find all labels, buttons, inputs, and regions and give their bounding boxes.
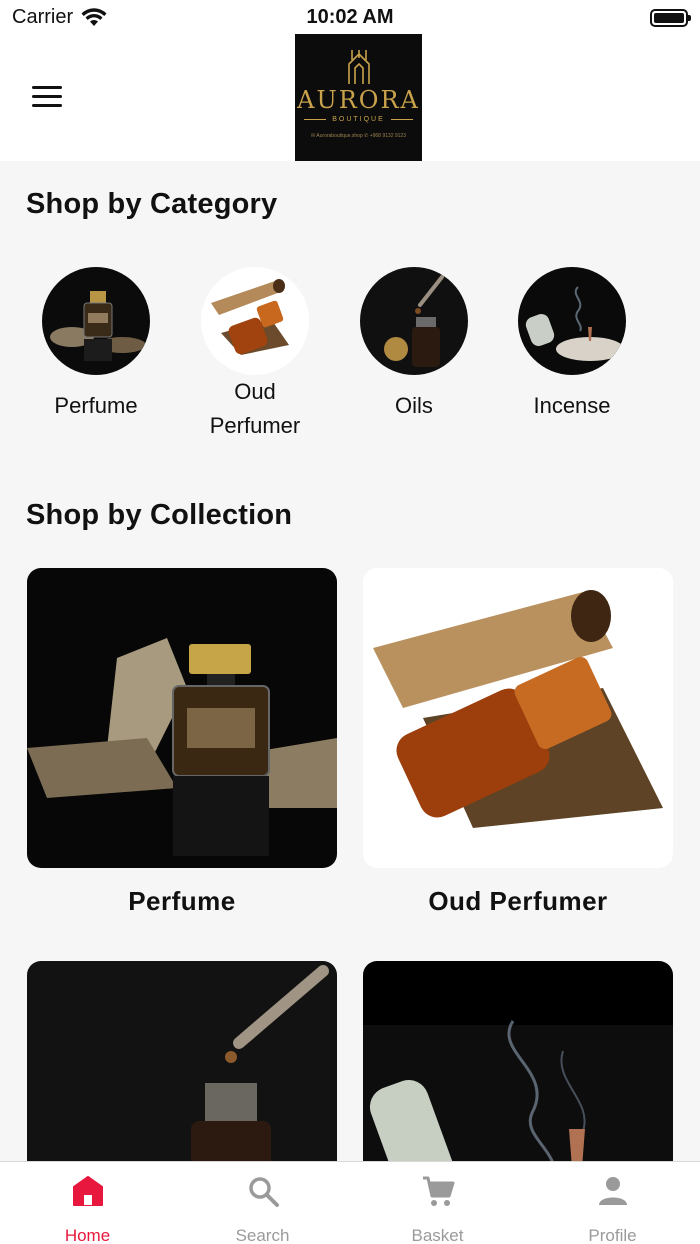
- category-label-perfume: Perfume: [54, 393, 138, 418]
- category-item-perfume[interactable]: Perfume: [26, 258, 166, 423]
- tab-basket[interactable]: Basket: [350, 1162, 525, 1244]
- collection-label-oud-perfumer: Oud Perfumer: [428, 886, 608, 916]
- category-image-oils: [360, 267, 468, 375]
- logo-text: AURORA: [297, 86, 420, 114]
- collection-image-oud-perfumer: [363, 568, 673, 868]
- logo-contact: ✉ Auroraboutique.shop ✆ +968 9132 9123: [311, 133, 406, 139]
- collection-image-perfume: [27, 568, 337, 868]
- tab-bar: Home Search Basket Profile: [0, 1161, 700, 1244]
- category-image-perfume: [42, 267, 150, 375]
- battery-icon: [650, 9, 691, 27]
- collection-label-perfume: Perfume: [128, 886, 236, 916]
- category-image-oud-perfumer: [201, 267, 309, 375]
- menu-button[interactable]: [30, 84, 64, 110]
- tab-profile[interactable]: Profile: [525, 1162, 700, 1244]
- brand-logo[interactable]: AURORA BOUTIQUE ✉ Auroraboutique.shop ✆ …: [295, 34, 422, 161]
- category-label-oud-perfumer: Oud Perfumer: [209, 379, 301, 438]
- category-list: Perfume Oud Perfumer Oils Incense: [0, 258, 700, 448]
- search-icon: [246, 1174, 280, 1208]
- status-bar: Carrier 10:02 AM: [0, 0, 700, 34]
- collection-card-oud-perfumer[interactable]: [363, 568, 673, 868]
- tab-label-profile: Profile: [588, 1226, 637, 1244]
- category-image-incense: [518, 267, 626, 375]
- tab-label-search: Search: [235, 1226, 290, 1244]
- tab-home[interactable]: Home: [0, 1162, 175, 1244]
- category-item-oud-perfumer[interactable]: Oud Perfumer: [185, 258, 325, 443]
- tab-label-basket: Basket: [411, 1226, 464, 1244]
- cart-icon: [421, 1174, 455, 1208]
- profile-icon: [596, 1174, 630, 1208]
- category-label-incense: Incense: [533, 393, 611, 418]
- home-icon: [71, 1174, 105, 1208]
- category-item-oils[interactable]: Oils: [344, 258, 484, 423]
- app-header: AURORA BOUTIQUE ✉ Auroraboutique.shop ✆ …: [0, 34, 700, 161]
- collection-section-title: Shop by Collection: [26, 499, 293, 531]
- logo-mark-icon: [347, 50, 370, 84]
- category-section-title: Shop by Category: [26, 188, 278, 220]
- collection-card-perfume[interactable]: [27, 568, 337, 868]
- category-item-incense[interactable]: Incense: [502, 258, 642, 423]
- tab-search[interactable]: Search: [175, 1162, 350, 1244]
- status-time: 10:02 AM: [306, 6, 394, 28]
- logo-subtext: BOUTIQUE: [304, 116, 413, 123]
- category-label-oils: Oils: [395, 393, 433, 418]
- tab-label-home: Home: [64, 1226, 111, 1244]
